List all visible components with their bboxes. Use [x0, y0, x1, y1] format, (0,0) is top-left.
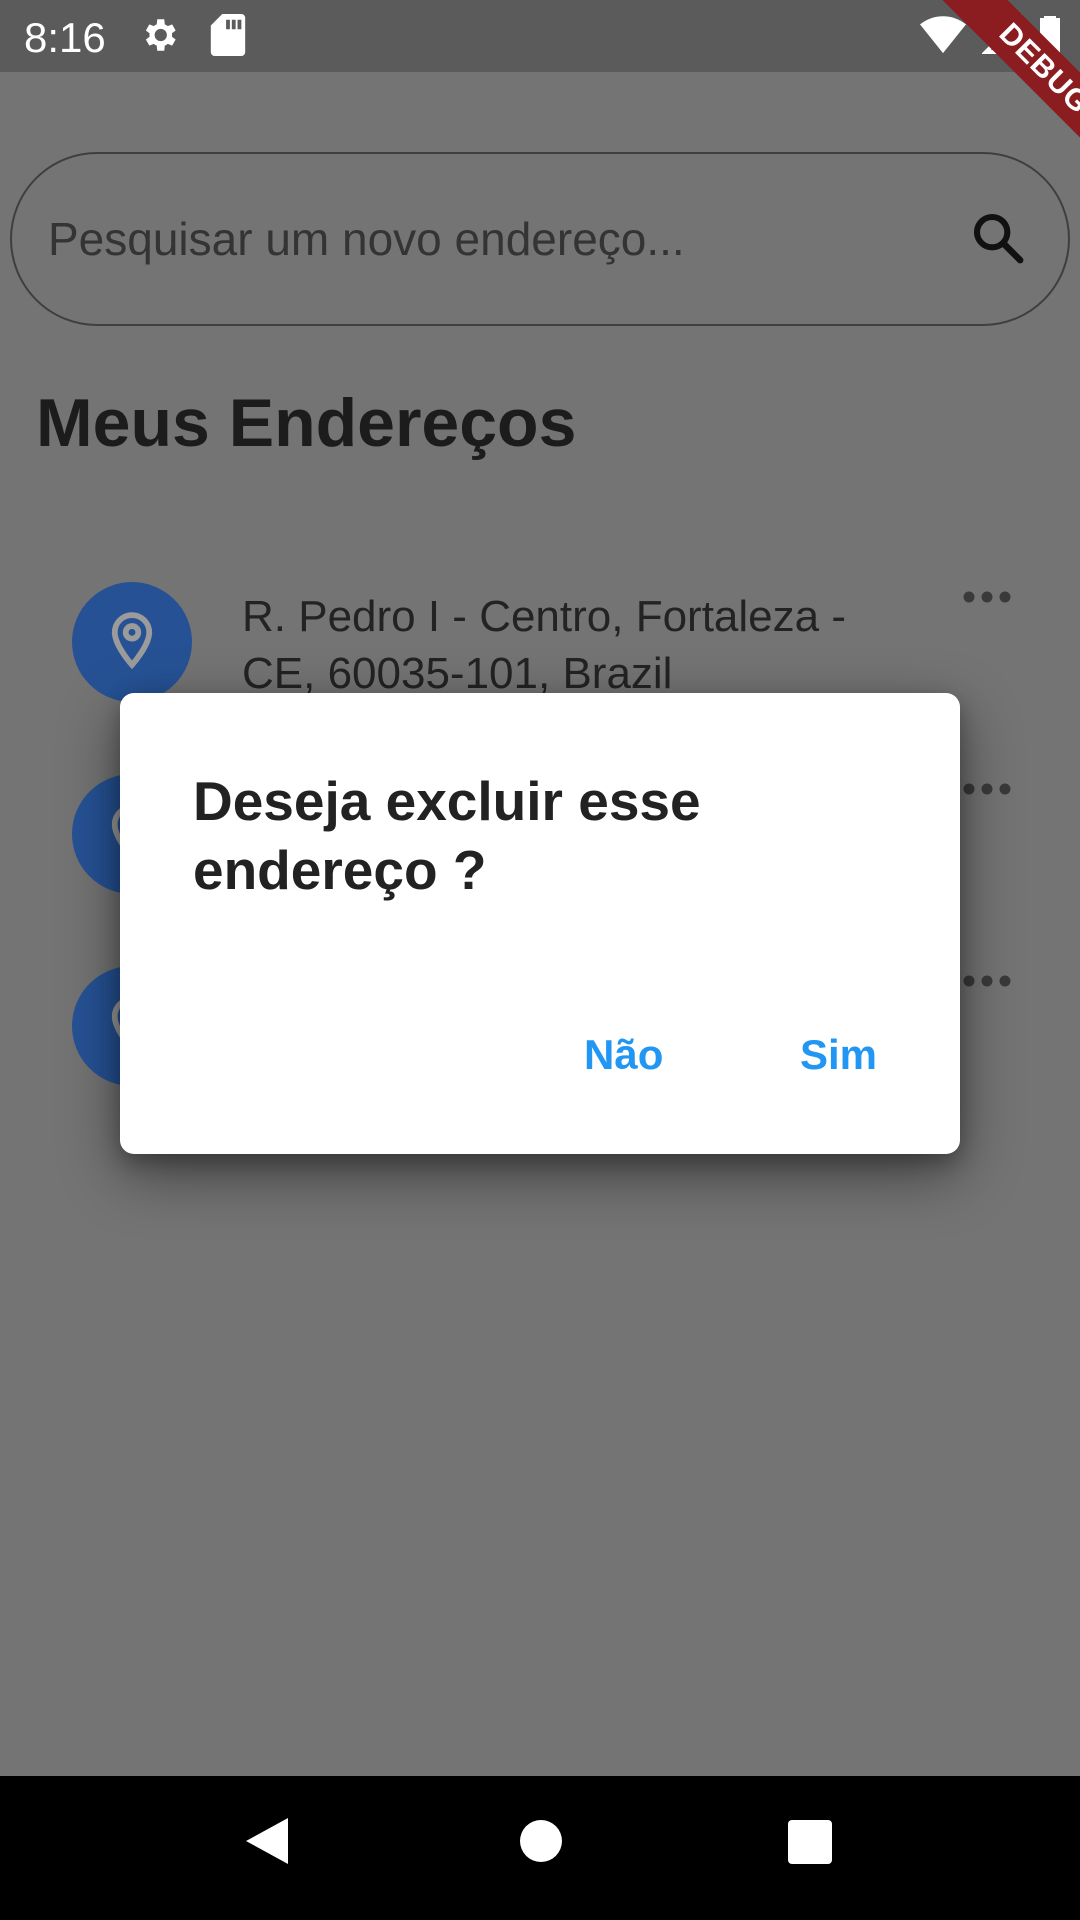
location-pin-icon [109, 611, 155, 674]
status-time: 8:16 [24, 14, 106, 61]
dialog-title: Deseja excluir esse endereço ? [193, 770, 701, 901]
more-options-icon[interactable] [962, 782, 1012, 801]
settings-icon [138, 14, 180, 61]
confirm-button[interactable]: Sim [788, 1023, 889, 1087]
address-text: R. Pedro I - Centro, Fortaleza - CE, 600… [242, 592, 846, 698]
more-options-icon[interactable] [962, 590, 1012, 609]
more-options-icon[interactable] [962, 974, 1012, 993]
page-title: Meus Endereços [36, 385, 577, 461]
back-icon[interactable] [244, 1816, 290, 1871]
home-icon[interactable] [518, 1816, 564, 1871]
search-placeholder: Pesquisar um novo endereço... [48, 213, 685, 265]
status-bar: 8:16 [0, 0, 1080, 72]
address-avatar [72, 582, 192, 702]
delete-confirmation-dialog: Deseja excluir esse endereço ? Não Sim [120, 693, 960, 1154]
sd-card-icon [210, 14, 246, 61]
recents-icon[interactable] [787, 1816, 833, 1871]
search-input[interactable]: Pesquisar um novo endereço... [10, 152, 1070, 326]
search-icon[interactable] [970, 210, 1026, 271]
wifi-icon [920, 14, 966, 59]
cancel-button[interactable]: Não [572, 1023, 675, 1087]
navigation-bar [0, 1776, 1080, 1920]
